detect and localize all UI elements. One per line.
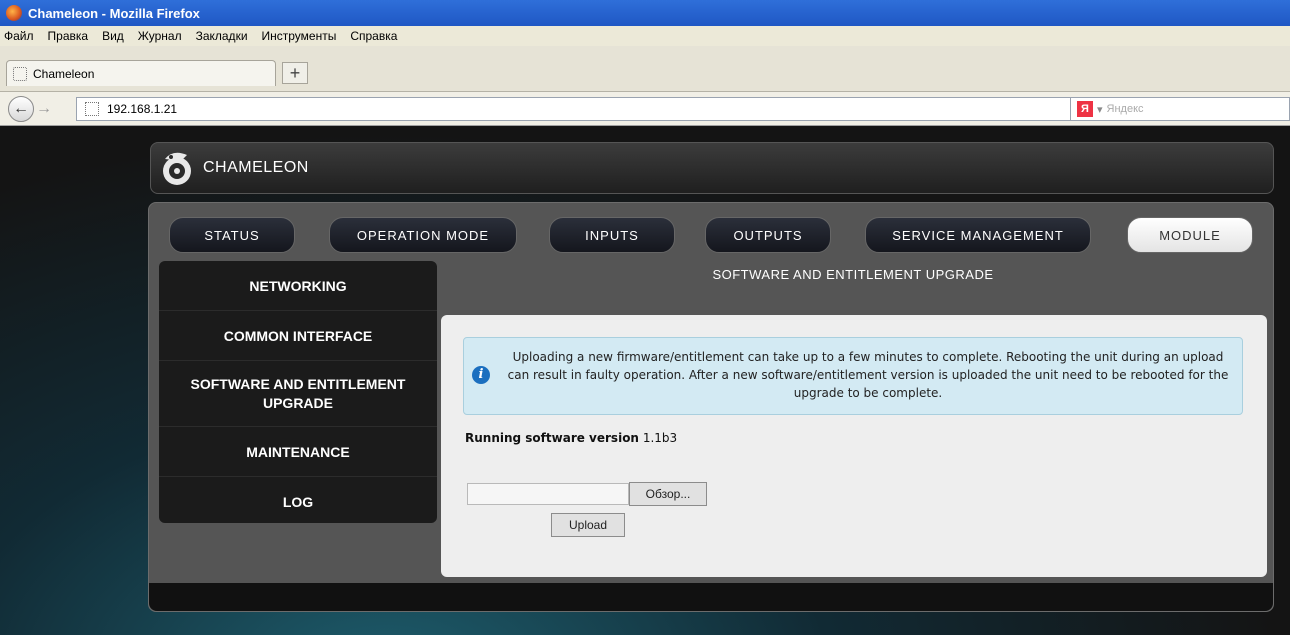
search-placeholder: Яндекс	[1106, 103, 1144, 115]
tab-bar: Chameleon +	[0, 46, 1290, 92]
tab-status[interactable]: STATUS	[169, 217, 295, 253]
software-version-label: Running software version	[465, 431, 639, 445]
sidebar-item-networking[interactable]: NETWORKING	[159, 261, 437, 311]
upload-button[interactable]: Upload	[551, 513, 625, 537]
yandex-icon[interactable]: Я	[1077, 101, 1093, 117]
sidebar-menu: NETWORKING COMMON INTERFACE SOFTWARE AND…	[159, 261, 437, 523]
menu-history[interactable]: Журнал	[138, 29, 182, 43]
menu-bookmarks[interactable]: Закладки	[196, 29, 248, 43]
content-panel: i Uploading a new firmware/entitlement c…	[441, 315, 1267, 577]
software-version: Running software version 1.1b3	[465, 431, 677, 445]
menu-bar: Файл Правка Вид Журнал Закладки Инструме…	[0, 26, 1290, 46]
back-arrow-icon[interactable]: ←	[8, 96, 34, 122]
new-tab-button[interactable]: +	[282, 62, 308, 84]
browse-button[interactable]: Обзор...	[629, 482, 707, 506]
info-message: Uploading a new firmware/entitlement can…	[507, 350, 1229, 400]
software-version-value: 1.1b3	[642, 431, 678, 445]
sidebar-item-common-interface[interactable]: COMMON INTERFACE	[159, 311, 437, 361]
page-title: SOFTWARE AND ENTITLEMENT UPGRADE	[712, 267, 994, 282]
firefox-icon	[6, 5, 22, 21]
menu-view[interactable]: Вид	[102, 29, 124, 43]
tab-service-management[interactable]: SERVICE MANAGEMENT	[865, 217, 1091, 253]
search-input[interactable]: Я ▾ Яндекс	[1070, 97, 1290, 121]
window-titlebar: Chameleon - Mozilla Firefox	[0, 0, 1290, 26]
forward-arrow-icon[interactable]: →	[36, 100, 52, 118]
page-viewport: CHAMELEON STATUS OPERATION MODE INPUTS O…	[0, 126, 1290, 635]
info-icon: i	[472, 366, 490, 384]
file-path-field[interactable]	[467, 483, 629, 505]
search-dropdown-icon[interactable]: ▾	[1097, 103, 1103, 116]
sidebar-item-log[interactable]: LOG	[159, 477, 437, 527]
tab-outputs[interactable]: OUTPUTS	[705, 217, 831, 253]
sidebar-item-software-upgrade[interactable]: SOFTWARE AND ENTITLEMENT UPGRADE	[159, 361, 437, 427]
info-alert: i Uploading a new firmware/entitlement c…	[463, 337, 1243, 415]
main-panel: STATUS OPERATION MODE INPUTS OUTPUTS SER…	[148, 202, 1274, 612]
brand-name: CHAMELEON	[203, 159, 309, 176]
sidebar-item-maintenance[interactable]: MAINTENANCE	[159, 427, 437, 477]
menu-edit[interactable]: Правка	[48, 29, 89, 43]
page-favicon-icon	[13, 66, 27, 81]
menu-file[interactable]: Файл	[4, 29, 34, 43]
tab-inputs[interactable]: INPUTS	[549, 217, 675, 253]
navigation-bar: ← → 192.168.1.21 ☆ ▾ C Я ▾ Яндекс	[0, 92, 1290, 126]
site-identity-icon	[85, 102, 99, 116]
chameleon-logo-icon	[163, 152, 191, 185]
browser-tab[interactable]: Chameleon	[6, 60, 276, 86]
footer-bar	[149, 583, 1273, 611]
url-text: 192.168.1.21	[107, 102, 178, 116]
menu-tools[interactable]: Инструменты	[262, 29, 337, 43]
tab-module[interactable]: MODULE	[1127, 217, 1253, 253]
address-bar[interactable]: 192.168.1.21 ☆ ▾ C	[76, 97, 1234, 121]
window-title: Chameleon - Mozilla Firefox	[28, 5, 200, 21]
menu-help[interactable]: Справка	[350, 29, 397, 43]
tab-operation-mode[interactable]: OPERATION MODE	[329, 217, 517, 253]
app-header: CHAMELEON	[150, 142, 1274, 194]
tab-title: Chameleon	[33, 66, 95, 81]
